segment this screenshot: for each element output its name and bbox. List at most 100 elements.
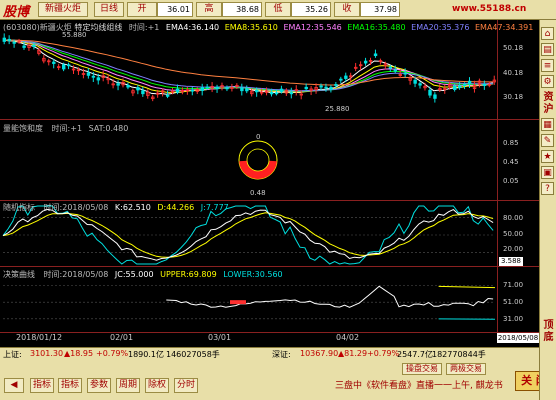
- sz-pct: +0.79%: [367, 349, 400, 358]
- sh-pct: +0.79%: [96, 349, 129, 358]
- sat-title: 量能饱和度: [3, 124, 43, 133]
- pane-divider[interactable]: [0, 266, 539, 267]
- market-status-bar: 上证: 3101.30 ▲18.95 +0.79% 1890.1亿 146027…: [0, 347, 539, 359]
- stochastic-pane: [2, 205, 495, 265]
- current-date-badge: 2018/05/08: [497, 333, 539, 343]
- candle: [22, 45, 26, 48]
- star-icon[interactable]: ★: [541, 150, 554, 163]
- y-tick: 71.00: [503, 281, 524, 289]
- x-tick: 04/02: [336, 333, 360, 342]
- rnd-title: 随机指标: [3, 203, 35, 212]
- print-icon[interactable]: ▣: [541, 166, 554, 179]
- sidebar-text[interactable]: 资: [542, 92, 555, 103]
- indicator-button[interactable]: 指标: [30, 378, 54, 393]
- site-watermark: www.55188.cn: [452, 4, 527, 14]
- candle: [339, 78, 343, 81]
- pane-divider[interactable]: [0, 119, 539, 120]
- close-value: 37.98: [360, 2, 400, 17]
- y-tick: 50.00: [503, 230, 524, 238]
- decision-pane: [3, 285, 496, 320]
- candle: [7, 38, 11, 41]
- time-label: 时间:+1: [128, 23, 160, 32]
- j-value: J:7.777: [200, 203, 229, 212]
- book-icon[interactable]: ▦: [541, 118, 554, 131]
- high-label: 高: [196, 2, 222, 17]
- candle: [453, 85, 457, 90]
- list-icon[interactable]: ≡: [541, 59, 554, 72]
- candle: [175, 88, 180, 93]
- candle: [86, 72, 91, 76]
- k-value: K:62.510: [114, 203, 151, 212]
- sat-pane-header: 量能饱和度 时间:+1 SAT:0.480: [3, 123, 128, 134]
- sz-change: ▲81.29: [338, 349, 368, 358]
- candle: [373, 53, 378, 57]
- ema-line: [3, 39, 494, 86]
- candle: [433, 94, 437, 99]
- candle: [126, 85, 130, 88]
- candle: [304, 86, 308, 90]
- tab-trading[interactable]: 操盘交易: [402, 363, 442, 375]
- y-axis-line: [497, 20, 498, 334]
- candle: [274, 92, 279, 95]
- ema16-label: EMA16:35.480: [347, 23, 406, 32]
- news-ticker[interactable]: 三盘中《软件看盘》直播一一上午, 麒龙书: [335, 378, 503, 391]
- ema12-label: EMA12:35.546: [283, 23, 342, 32]
- dec-time: 时间:2018/05/08: [43, 270, 109, 279]
- candle: [2, 37, 6, 42]
- y-tick: 40.18: [503, 69, 524, 77]
- sidebar-text[interactable]: 顶: [542, 320, 555, 331]
- period-button[interactable]: 日线: [94, 2, 124, 17]
- sh-change: ▲18.95: [64, 349, 94, 358]
- ema8-label: EMA8:35.610: [224, 23, 278, 32]
- open-label: 开: [127, 2, 157, 17]
- y-tick: 0.45: [503, 158, 519, 166]
- candle: [393, 69, 398, 72]
- saturation-pane: [238, 140, 278, 180]
- pane-divider[interactable]: [0, 200, 539, 201]
- sat-value: SAT:0.480: [88, 124, 129, 133]
- candle: [96, 77, 101, 81]
- candle: [319, 85, 323, 88]
- low-value: 35.26: [291, 2, 331, 17]
- x-tick: 2018/01/12: [16, 333, 63, 342]
- tab-two-pole-trading[interactable]: 两极交易: [446, 363, 486, 375]
- y-tick: 80.00: [503, 214, 524, 222]
- dec-pane-header: 决策曲线 时间:2018/05/08 JC:55.000 UPPER:69.80…: [3, 269, 283, 280]
- tool-icon[interactable]: ✎: [541, 134, 554, 147]
- candle: [141, 90, 145, 95]
- sz-index: 10367.90: [300, 349, 339, 358]
- candle: [116, 83, 120, 86]
- chart-icon[interactable]: ▤: [541, 43, 554, 56]
- candle: [190, 89, 195, 92]
- help-icon[interactable]: ?: [541, 182, 554, 195]
- y-tick: 0.05: [503, 177, 519, 185]
- high-marker: 55.880: [62, 31, 87, 39]
- stock-name-button[interactable]: 新疆火炬: [38, 2, 88, 17]
- candle: [289, 92, 294, 95]
- top-toolbar: 股博 新疆火炬 日线 开 36.01 高 38.68 低 35.26 收 37.…: [0, 0, 556, 20]
- sat-time: 时间:+1: [51, 124, 83, 133]
- chart-canvas: [2, 33, 497, 320]
- intraday-button[interactable]: 分时: [174, 378, 198, 393]
- ex-rights-button[interactable]: 除权: [145, 378, 169, 393]
- sh-index: 3101.30: [30, 349, 64, 358]
- home-icon[interactable]: ⌂: [541, 27, 554, 40]
- gear-icon[interactable]: ⚙: [541, 75, 554, 88]
- candle: [428, 89, 432, 96]
- params-button[interactable]: 参数: [87, 378, 111, 393]
- sidebar-text[interactable]: 底: [542, 332, 555, 343]
- y-tick: 50.18: [503, 44, 524, 52]
- candle: [457, 85, 462, 88]
- candle: [225, 87, 229, 90]
- sidebar-text[interactable]: 沪: [542, 104, 555, 115]
- candle: [462, 84, 467, 87]
- nav-arrow-icon[interactable]: ◀: [4, 378, 24, 393]
- upper-line: [438, 285, 496, 289]
- period-button[interactable]: 周期: [116, 378, 140, 393]
- y-tick: 30.18: [503, 93, 524, 101]
- indicator-button-2[interactable]: 指标: [58, 378, 82, 393]
- candle: [482, 83, 487, 86]
- candle: [165, 94, 170, 97]
- ring-top-label: 0: [256, 133, 261, 141]
- candle: [279, 88, 284, 92]
